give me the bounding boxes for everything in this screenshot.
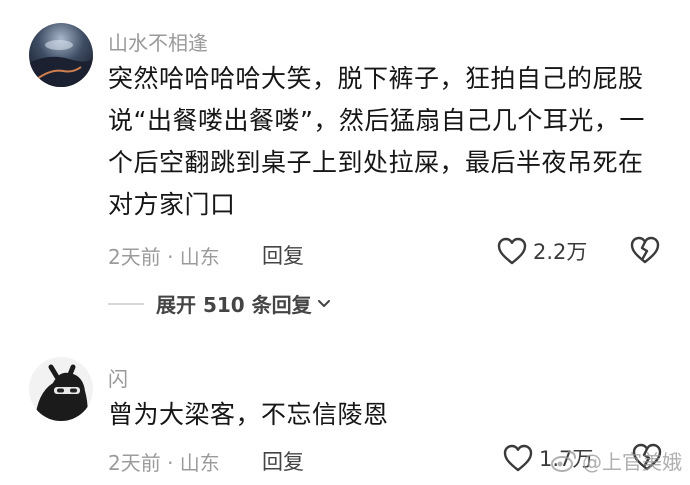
username[interactable]: 山水不相逢 (108, 27, 208, 56)
expand-replies-label: 展开 510 条回复 (156, 293, 312, 317)
broken-heart-icon (630, 236, 660, 264)
divider (108, 302, 144, 305)
chevron-down-icon (317, 299, 330, 307)
heart-outline-icon (503, 444, 533, 472)
dislike-button[interactable] (630, 236, 660, 268)
username[interactable]: 闪 (108, 363, 128, 392)
reply-button[interactable]: 回复 (262, 446, 304, 476)
comment-text: 曾为大梁客，不忘信陵恩 (108, 400, 389, 429)
comment-item: 山水不相逢 突然哈哈哈哈大笑，脱下裤子，狂拍自己的屁股说“出餐喽出餐喽”，然后猛… (0, 0, 690, 330)
avatar[interactable] (29, 23, 93, 87)
reply-button[interactable]: 回复 (262, 240, 304, 270)
like-count: 2.2万 (533, 240, 588, 264)
heart-outline-icon (497, 237, 527, 265)
comment-text: 突然哈哈哈哈大笑，脱下裤子，狂拍自己的屁股说“出餐喽出餐喽”，然后猛扇自己几个耳… (108, 64, 645, 219)
comment-meta: 2天前 · 山东 (108, 451, 220, 475)
watermark-text: @上官美娥 (582, 450, 682, 474)
watermark: @上官美娥 (550, 446, 682, 475)
avatar[interactable] (29, 357, 93, 421)
weibo-logo-icon (551, 450, 576, 472)
like-button[interactable]: 2.2万 (497, 236, 587, 266)
comment-meta: 2天前 · 山东 (108, 245, 220, 269)
expand-replies-button[interactable]: 展开 510 条回复 (108, 289, 332, 318)
